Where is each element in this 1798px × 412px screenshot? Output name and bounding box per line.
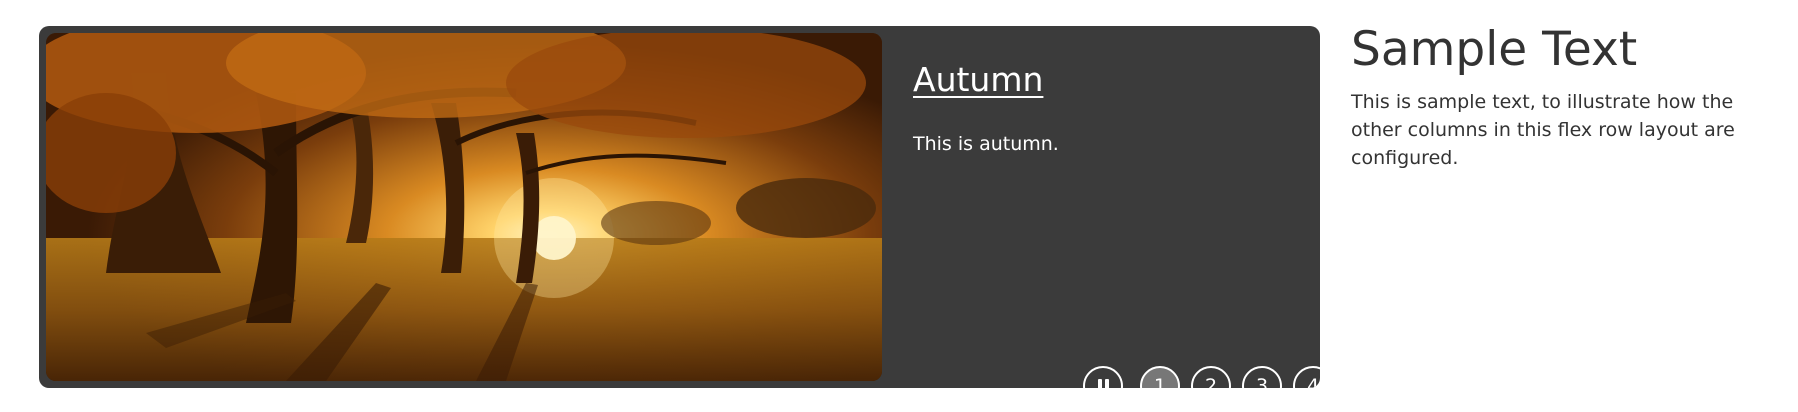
side-text: This is sample text, to illustrate how t… xyxy=(1351,91,1735,170)
side-column: Sample Text This is sample text, to illu… xyxy=(1351,22,1771,172)
slide-description: This is autumn. xyxy=(913,132,1059,155)
slide-dot-1[interactable]: 1 xyxy=(1140,366,1180,388)
autumn-scene-graphic xyxy=(46,33,882,381)
slide-content: Autumn This is autumn. xyxy=(913,60,1303,156)
slide-title-link[interactable]: Autumn xyxy=(913,60,1043,100)
slide-dot-4[interactable]: 4 xyxy=(1293,366,1320,388)
page: Autumn This is autumn. 1 2 3 4 Sample Te… xyxy=(0,0,1798,412)
slide-dot-3[interactable]: 3 xyxy=(1242,366,1282,388)
pause-button[interactable] xyxy=(1083,366,1123,388)
carousel: Autumn This is autumn. 1 2 3 4 xyxy=(39,26,1320,388)
side-title: Sample Text xyxy=(1351,22,1638,77)
slide-dot-2[interactable]: 2 xyxy=(1191,366,1231,388)
autumn-slide-image xyxy=(46,33,882,381)
pause-icon xyxy=(1097,379,1109,388)
